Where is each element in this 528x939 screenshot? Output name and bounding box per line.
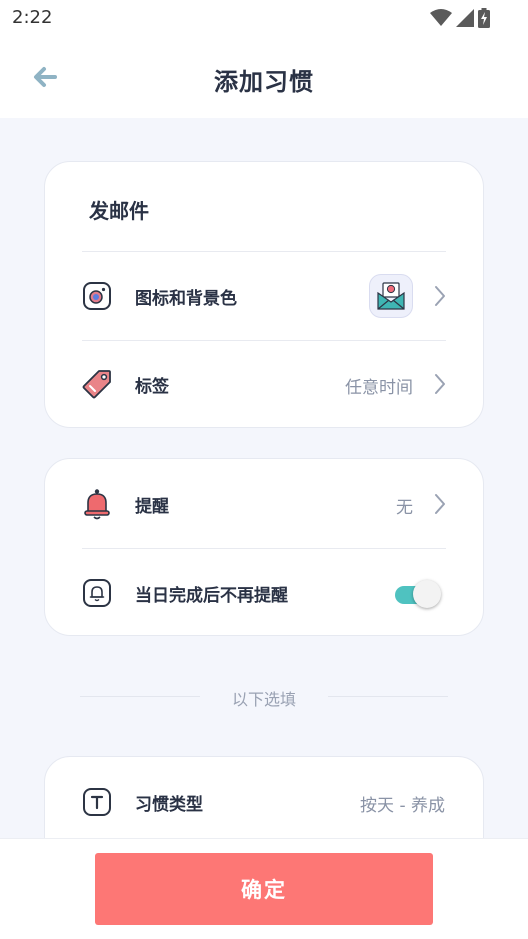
status-icons [430,8,490,28]
footer-bar: 确定 [0,838,528,939]
habit-icon-preview [369,274,413,318]
habit-name[interactable]: 发邮件 [89,195,149,224]
status-bar: 2:22 [0,0,528,36]
confirm-button[interactable]: 确定 [95,853,433,925]
habit-type-label: 习惯类型 [135,795,203,815]
bell-outline-icon [81,577,113,609]
separator-text: 以下选填 [231,690,296,709]
no-remind-after-done-label: 当日完成后不再提醒 [135,586,288,606]
habit-type-row[interactable]: 习惯类型 按天 - 养成 [45,758,483,846]
signal-icon [456,9,474,27]
toggle-knob [413,580,441,608]
text-type-icon [81,786,113,818]
no-remind-after-done-row: 当日完成后不再提醒 [45,549,483,637]
envelope-mail-icon [377,282,405,310]
app-header: 添加习惯 [0,36,528,118]
habit-type-value: 按天 - 养成 [360,796,445,816]
page-title: 添加习惯 [214,68,314,96]
tag-value: 任意时间 [345,378,413,398]
camera-lens-icon [81,280,113,312]
reminder-row[interactable]: 提醒 无 [45,460,483,548]
icon-background-row[interactable]: 图标和背景色 [45,252,483,340]
optional-section-separator: 以下选填 [80,684,448,709]
wifi-icon [430,9,452,26]
reminder-value: 无 [396,498,413,518]
chevron-right-icon [435,286,445,306]
separator-line-right [328,696,448,697]
status-time: 2:22 [12,7,53,28]
chevron-right-icon [435,494,445,514]
icon-background-label: 图标和背景色 [135,289,237,309]
tag-label: 标签 [135,377,169,397]
bell-icon [81,488,113,520]
battery-charging-icon [478,8,490,28]
habit-basic-card: 发邮件 图标和背景色 标签 任意时间 [44,161,484,428]
chevron-right-icon [435,374,445,394]
tag-icon [81,368,113,400]
tag-row[interactable]: 标签 任意时间 [45,340,483,428]
reminder-label: 提醒 [135,497,169,517]
reminder-card: 提醒 无 当日完成后不再提醒 [44,458,484,636]
no-remind-toggle[interactable] [393,579,441,609]
